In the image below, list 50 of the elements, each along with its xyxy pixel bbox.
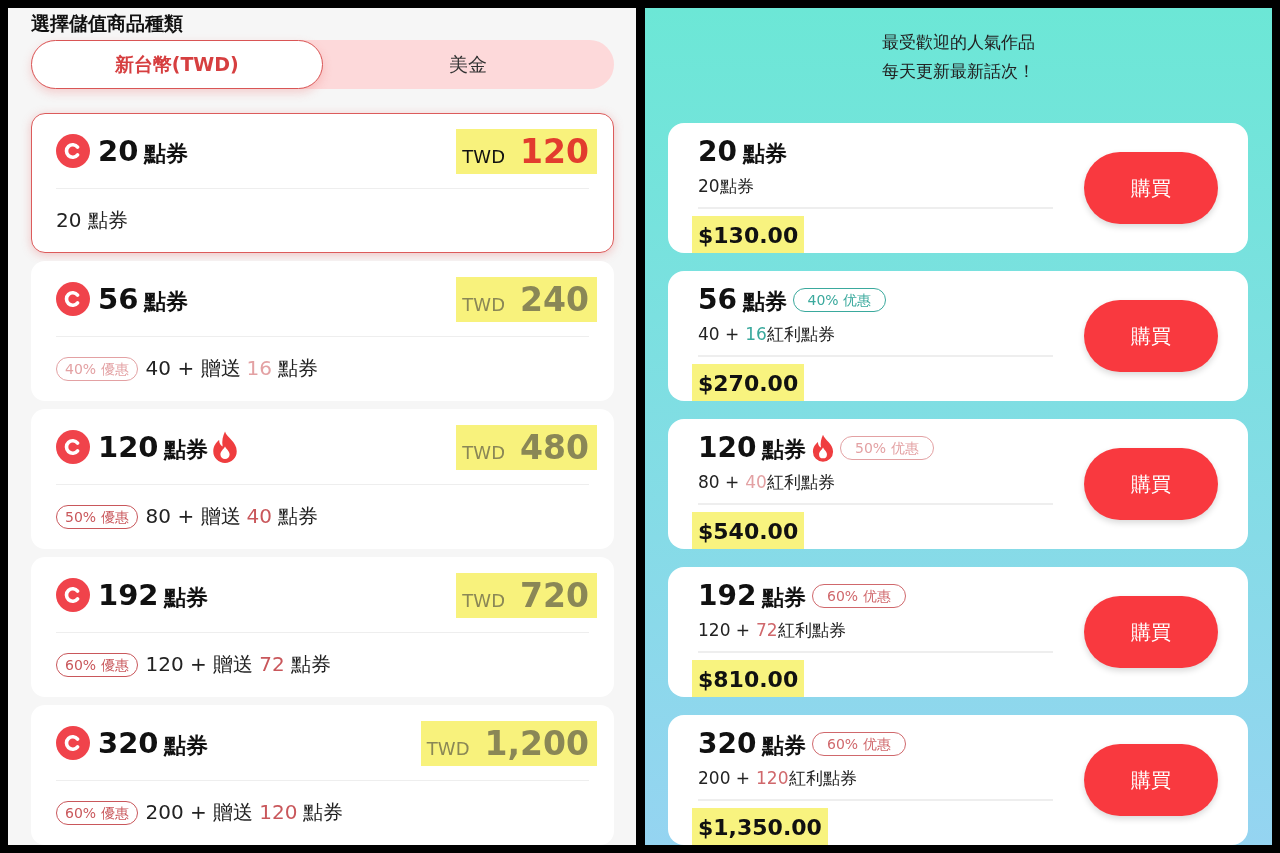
coin-icon — [56, 578, 90, 612]
price-text: $1,350.00 — [692, 808, 828, 845]
price-text: $810.00 — [692, 660, 805, 697]
buy-button[interactable]: 購買 — [1084, 596, 1218, 668]
buy-button[interactable]: 購買 — [1084, 448, 1218, 520]
package-title: 20 點券 — [98, 133, 188, 169]
coin-icon — [56, 134, 90, 168]
package-card[interactable]: 56 點券 TWD 240 40% 優惠 40 + 贈送 16 點券 — [31, 261, 614, 401]
package-title: 320 點券 — [98, 725, 209, 761]
coin-icon — [56, 726, 90, 760]
package-title: 20 點券 — [698, 135, 787, 169]
description-text: 40 + 贈送 16 點券 — [145, 355, 318, 382]
buy-button[interactable]: 購買 — [1084, 152, 1218, 224]
currency-tab[interactable]: 美金 — [322, 40, 614, 89]
package-card[interactable]: 320 點券 TWD 1,200 60% 優惠 200 + 贈送 120 點券 — [31, 705, 614, 845]
coin-icon — [56, 282, 90, 316]
buy-button[interactable]: 購買 — [1084, 744, 1218, 816]
package-title: 120 點券 — [698, 431, 807, 465]
package-title: 192 點券 — [98, 577, 209, 613]
price-text: TWD 720 — [456, 572, 597, 618]
section-title: 選擇儲值商品種類 — [31, 11, 183, 36]
headline-text: 最受歡迎的人氣作品 — [881, 31, 1035, 54]
price-text: $270.00 — [692, 364, 805, 401]
price-text: $540.00 — [692, 512, 805, 549]
package-title: 56 點券 — [698, 283, 787, 317]
currency-tab[interactable]: 新台幣(TWD) — [31, 40, 323, 89]
price-text: TWD 480 — [456, 424, 597, 470]
description-text: 120 + 72紅利點券 — [698, 619, 846, 642]
description-text: 40 + 16紅利點券 — [698, 323, 835, 346]
package-title: 120 點券 — [98, 429, 209, 465]
price-text: TWD 1,200 — [420, 720, 597, 766]
package-title: 192 點券 — [698, 579, 807, 613]
description-text: 200 + 贈送 120 點券 — [145, 799, 344, 826]
package-title: 320 點券 — [698, 727, 807, 761]
description-text: 200 + 120紅利點券 — [698, 767, 857, 790]
description-text: 80 + 40紅利點券 — [698, 471, 835, 494]
package-card[interactable]: 192 點券 TWD 720 60% 優惠 120 + 贈送 72 點券 — [31, 557, 614, 697]
description-text: 120 + 贈送 72 點券 — [145, 651, 331, 678]
description-text: 20 點券 — [56, 207, 128, 234]
price-text: TWD 120 — [456, 128, 597, 174]
description-text: 20點券 — [698, 175, 754, 198]
coin-icon — [56, 430, 90, 464]
package-card[interactable]: 120 點券 TWD 480 50% 優惠 80 + 贈送 40 點券 — [31, 409, 614, 549]
price-text: $130.00 — [692, 216, 805, 253]
buy-button[interactable]: 購買 — [1084, 300, 1218, 372]
package-title: 56 點券 — [98, 281, 188, 317]
headline-text: 每天更新最新話次！ — [881, 60, 1035, 83]
package-card[interactable]: 20 點券 TWD 120 20 點券 — [31, 113, 614, 253]
price-text: TWD 240 — [456, 276, 597, 322]
description-text: 80 + 贈送 40 點券 — [145, 503, 318, 530]
